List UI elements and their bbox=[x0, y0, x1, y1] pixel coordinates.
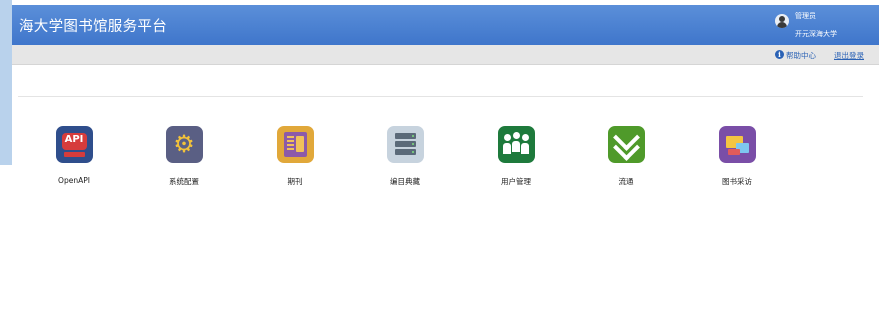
module-label[interactable]: 图书采访 bbox=[697, 176, 777, 187]
chevron-down-icon[interactable] bbox=[607, 126, 645, 163]
user-body bbox=[511, 141, 520, 152]
module-label[interactable]: 流通 bbox=[586, 176, 666, 187]
module-journal[interactable]: 期刊 bbox=[255, 126, 335, 187]
module-label[interactable]: 用户管理 bbox=[476, 176, 556, 187]
server-led bbox=[411, 151, 414, 153]
help-center-link[interactable]: 帮助中心 bbox=[786, 50, 816, 61]
sub-toolbar: i 帮助中心 退出登录 bbox=[12, 45, 879, 65]
info-icon[interactable]: i bbox=[775, 50, 784, 59]
module-label[interactable]: 期刊 bbox=[255, 176, 335, 187]
journal-icon[interactable] bbox=[276, 126, 314, 163]
module-acquisition[interactable]: 图书采访 bbox=[697, 126, 777, 187]
journal-line bbox=[286, 136, 294, 138]
users-icon[interactable] bbox=[497, 126, 535, 163]
books-icon[interactable] bbox=[718, 126, 756, 163]
left-edge-strip bbox=[0, 0, 12, 165]
module-label[interactable]: 系统配置 bbox=[144, 176, 224, 187]
server-led bbox=[411, 135, 414, 137]
top-header: 海大学图书馆服务平台 管理员 开元深海大学 bbox=[12, 5, 879, 45]
api-icon[interactable]: API bbox=[55, 126, 93, 163]
user-org: 开元深海大学 bbox=[795, 30, 837, 38]
server-led bbox=[411, 143, 414, 145]
module-openapi[interactable]: API OpenAPI bbox=[34, 126, 114, 185]
logout-link[interactable]: 退出登录 bbox=[834, 50, 864, 61]
journal-line bbox=[286, 140, 294, 142]
module-circulation[interactable]: 流通 bbox=[586, 126, 666, 187]
server-icon[interactable] bbox=[386, 126, 424, 163]
user-body bbox=[520, 143, 529, 154]
books-card-red bbox=[727, 149, 740, 155]
module-cataloging[interactable]: 编目典藏 bbox=[365, 126, 445, 187]
journal-block bbox=[295, 136, 304, 152]
module-system-config[interactable]: ⚙ 系统配置 bbox=[144, 126, 224, 187]
journal-line bbox=[286, 148, 294, 150]
user-role: 管理员 bbox=[795, 12, 816, 20]
module-label[interactable]: 编目典藏 bbox=[365, 176, 445, 187]
journal-line bbox=[286, 144, 294, 146]
avatar[interactable] bbox=[775, 14, 789, 28]
user-body bbox=[502, 143, 511, 154]
user-head bbox=[503, 134, 511, 141]
avatar-body bbox=[777, 22, 787, 28]
gear-icon[interactable]: ⚙ bbox=[165, 126, 203, 163]
divider bbox=[18, 96, 863, 97]
user-head bbox=[521, 134, 529, 141]
api-icon-text: API bbox=[64, 134, 84, 145]
module-label[interactable]: OpenAPI bbox=[34, 176, 114, 185]
page-title: 海大学图书馆服务平台 bbox=[19, 19, 167, 35]
module-user-management[interactable]: 用户管理 bbox=[476, 126, 556, 187]
user-head bbox=[512, 132, 520, 139]
gear-glyph: ⚙ bbox=[173, 130, 195, 158]
api-tag bbox=[63, 152, 85, 157]
